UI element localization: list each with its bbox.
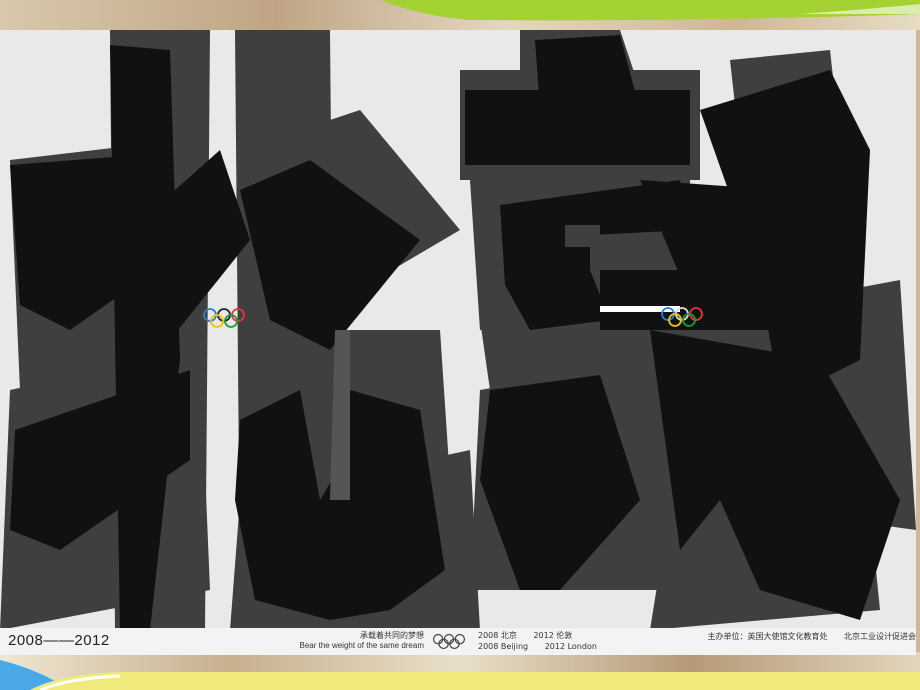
city-name: 北京 <box>500 631 517 640</box>
city-year: 2008 <box>478 631 499 640</box>
city-name: Beijing <box>500 642 529 651</box>
organizer-second: 北京工业设计促进会 <box>844 632 916 641</box>
organizer-credits: 主办单位：英国大使馆文化教育处 北京工业设计促进会 <box>707 631 916 642</box>
poster-footer: 2008——2012 承载着共同的梦想 Bear the weight of t… <box>0 628 916 655</box>
olympic-rings-icon <box>203 308 245 328</box>
organizer-label: 主办单位：英国大使馆文化教育处 <box>707 632 828 641</box>
slogan-chinese: 承载着共同的梦想 <box>360 631 424 640</box>
slogan-english: Bear the weight of the same dream <box>299 641 424 650</box>
years-label: 2008——2012 <box>8 632 110 649</box>
city-year: 2012 <box>544 642 566 651</box>
blue-yellow-swoosh-decoration <box>0 660 920 690</box>
slide-frame: 2008——2012 承载着共同的梦想 Bear the weight of t… <box>0 0 920 690</box>
city-name: 伦敦 <box>556 631 573 640</box>
city-year: 2012 <box>533 631 554 640</box>
host-cities: 2008 北京 2012 伦敦 2008 Beijing 2012 London <box>478 630 597 652</box>
city-year: 2008 <box>478 642 499 651</box>
olympic-rings-icon <box>432 633 466 650</box>
olympic-poster: 2008——2012 承载着共同的梦想 Bear the weight of t… <box>0 30 916 655</box>
olympic-rings-icon <box>661 307 703 327</box>
calligraphy-artwork <box>0 30 916 630</box>
city-name: London <box>567 642 597 651</box>
green-swoosh-decoration <box>380 0 920 21</box>
